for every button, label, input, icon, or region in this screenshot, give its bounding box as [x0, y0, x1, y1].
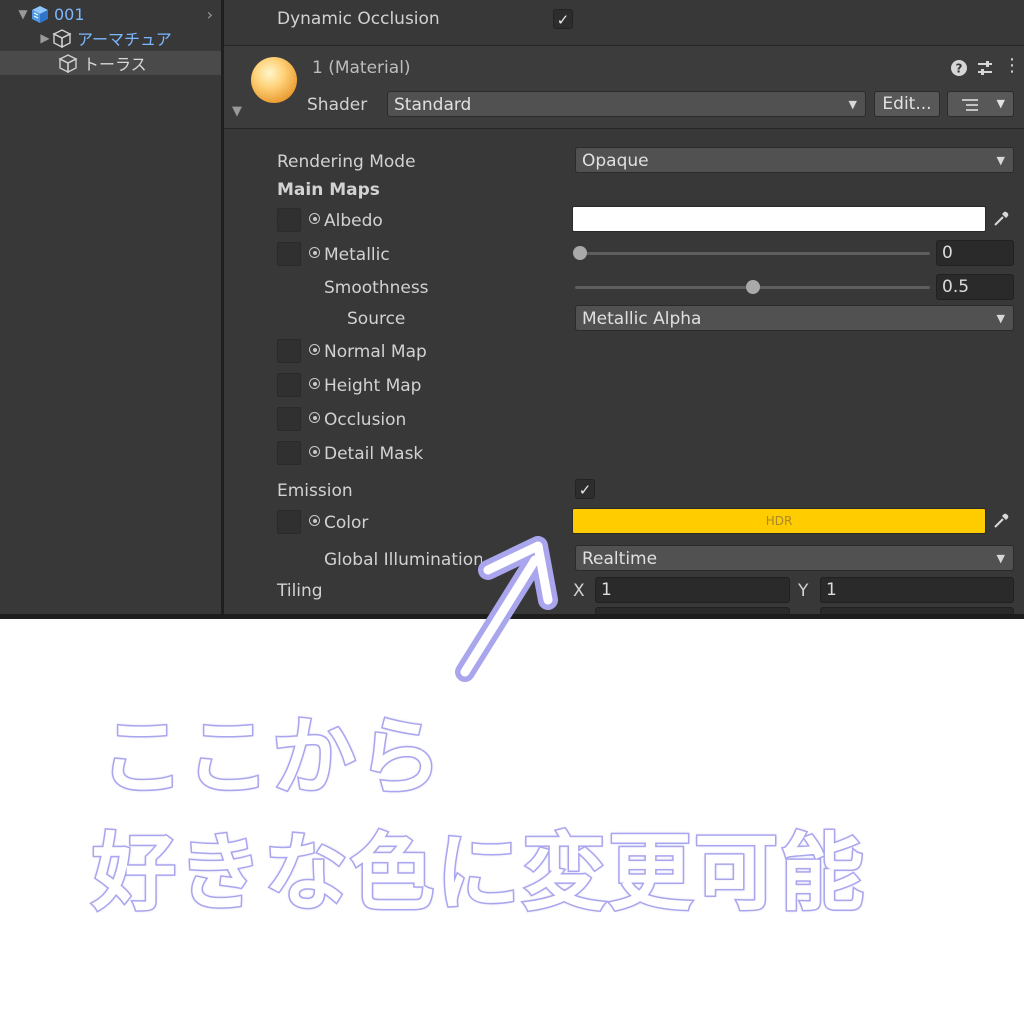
annotation-caption-line2: 好きな色に変更可能 — [90, 823, 867, 924]
hierarchy-item-label: トーラス — [83, 55, 147, 74]
eyedropper-icon — [994, 211, 1009, 226]
metallic-value-field[interactable]: 0 — [936, 240, 1014, 266]
object-picker-icon[interactable] — [309, 412, 320, 423]
detail-mask-label: Detail Mask — [324, 444, 424, 464]
annotation-caption-line1: ここから — [98, 707, 445, 808]
metallic-slider-knob[interactable] — [573, 246, 587, 260]
list-icon — [962, 99, 978, 111]
smoothness-value-field[interactable]: 0.5 — [936, 274, 1014, 300]
chevron-right-icon[interactable]: › — [207, 5, 213, 24]
emission-label: Emission — [277, 481, 353, 501]
global-illumination-label: Global Illumination — [324, 550, 482, 570]
emission-color-row-label: Color — [309, 513, 368, 533]
hierarchy-item-torus[interactable]: トーラス — [0, 51, 221, 75]
source-value: Metallic Alpha — [582, 309, 702, 329]
albedo-eyedropper[interactable] — [988, 206, 1014, 232]
dropdown-arrow-icon: ▼ — [848, 98, 857, 111]
normal-map-texture-slot[interactable] — [277, 339, 301, 363]
hierarchy-panel: ▼ 001 › ▶ アーマチュア トーラス — [0, 0, 221, 614]
offset-x-field[interactable] — [595, 607, 790, 614]
global-illumination-dropdown[interactable]: Realtime ▼ — [575, 545, 1014, 571]
tiling-x-label: X — [573, 581, 585, 601]
albedo-row-label: Albedo — [309, 211, 383, 231]
global-illumination-value: Realtime — [582, 549, 658, 569]
occlusion-label: Occlusion — [324, 410, 407, 430]
object-picker-icon[interactable] — [309, 515, 320, 526]
svg-text:?: ? — [956, 62, 963, 76]
height-map-label: Height Map — [324, 376, 422, 396]
emission-checkbox[interactable]: ✓ — [575, 479, 595, 499]
source-label: Source — [347, 309, 406, 329]
eyedropper-icon — [994, 513, 1009, 528]
metallic-texture-slot[interactable] — [277, 242, 301, 266]
dropdown-arrow-icon: ▼ — [996, 312, 1005, 325]
detail-mask-row-label: Detail Mask — [309, 444, 423, 464]
albedo-texture-slot[interactable] — [277, 208, 301, 232]
gameobject-cube-icon — [52, 29, 72, 48]
rendering-mode-value: Opaque — [582, 151, 649, 171]
more-options-icon[interactable]: ⋮ — [1003, 56, 1021, 76]
object-picker-icon[interactable] — [309, 446, 320, 457]
hdr-badge: HDR — [765, 514, 793, 528]
dynamic-occlusion-checkbox[interactable]: ✓ — [553, 9, 573, 29]
emission-eyedropper[interactable] — [988, 508, 1014, 534]
object-picker-icon[interactable] — [309, 378, 320, 389]
smoothness-label: Smoothness — [324, 278, 429, 298]
section-divider — [224, 128, 1024, 129]
tiling-x-field[interactable]: 1 — [595, 577, 790, 603]
material-title: 1 (Material) — [312, 58, 411, 78]
gameobject-cube-icon — [58, 54, 78, 73]
occlusion-texture-slot[interactable] — [277, 407, 301, 431]
rendering-mode-dropdown[interactable]: Opaque ▼ — [575, 147, 1014, 173]
dropdown-arrow-icon: ▼ — [996, 154, 1005, 167]
smoothness-slider-knob[interactable] — [745, 280, 760, 294]
main-maps-heading: Main Maps — [277, 180, 380, 200]
albedo-color-field[interactable] — [572, 206, 986, 232]
unity-editor: ▼ 001 › ▶ アーマチュア トーラス Dynamic Occlusion … — [0, 0, 1024, 614]
dropdown-arrow-icon: ▼ — [996, 552, 1005, 565]
dynamic-occlusion-label: Dynamic Occlusion — [277, 9, 440, 29]
collapse-triangle-icon[interactable]: ▶ — [38, 31, 52, 45]
hierarchy-item-label: アーマチュア — [77, 30, 172, 49]
shader-list-button[interactable]: ▼ — [947, 91, 1014, 117]
tiling-y-label: Y — [798, 581, 809, 601]
dropdown-arrow-icon: ▼ — [996, 97, 1005, 110]
expand-triangle-icon[interactable]: ▼ — [16, 7, 30, 21]
foldout-triangle-icon[interactable]: ▼ — [232, 104, 242, 119]
object-picker-icon[interactable] — [309, 344, 320, 355]
offset-y-field[interactable] — [820, 607, 1014, 614]
metallic-label: Metallic — [324, 245, 390, 265]
shader-dropdown[interactable]: Standard ▼ — [387, 91, 866, 117]
metallic-slider-track[interactable] — [575, 252, 930, 255]
emission-color-field[interactable]: HDR — [572, 508, 986, 534]
help-icon[interactable]: ? — [950, 59, 968, 77]
screenshot-border — [0, 614, 1024, 619]
detail-mask-texture-slot[interactable] — [277, 441, 301, 465]
edit-shader-button[interactable]: Edit... — [874, 91, 940, 117]
albedo-label: Albedo — [324, 211, 383, 231]
shader-label: Shader — [307, 95, 368, 115]
hierarchy-item-label: 001 — [54, 4, 85, 24]
tiling-y-field[interactable]: 1 — [820, 577, 1014, 603]
material-sphere-icon — [251, 57, 297, 103]
prefab-cube-icon — [32, 6, 48, 23]
tiling-label: Tiling — [277, 581, 323, 601]
metallic-row-label: Metallic — [309, 245, 390, 265]
object-picker-icon[interactable] — [309, 247, 320, 258]
preset-sliders-icon[interactable] — [975, 58, 995, 78]
hierarchy-item-armature[interactable]: ▶ アーマチュア — [0, 26, 221, 50]
object-picker-icon[interactable] — [309, 213, 320, 224]
hierarchy-item-001[interactable]: ▼ 001 › — [0, 2, 221, 26]
normal-map-row-label: Normal Map — [309, 342, 427, 362]
shader-dropdown-value: Standard — [394, 95, 472, 115]
rendering-mode-label: Rendering Mode — [277, 152, 416, 172]
normal-map-label: Normal Map — [324, 342, 427, 362]
height-map-texture-slot[interactable] — [277, 373, 301, 397]
source-dropdown[interactable]: Metallic Alpha ▼ — [575, 305, 1014, 331]
occlusion-row-label: Occlusion — [309, 410, 406, 430]
height-map-row-label: Height Map — [309, 376, 421, 396]
emission-color-texture-slot[interactable] — [277, 510, 301, 534]
emission-color-label: Color — [324, 513, 369, 533]
